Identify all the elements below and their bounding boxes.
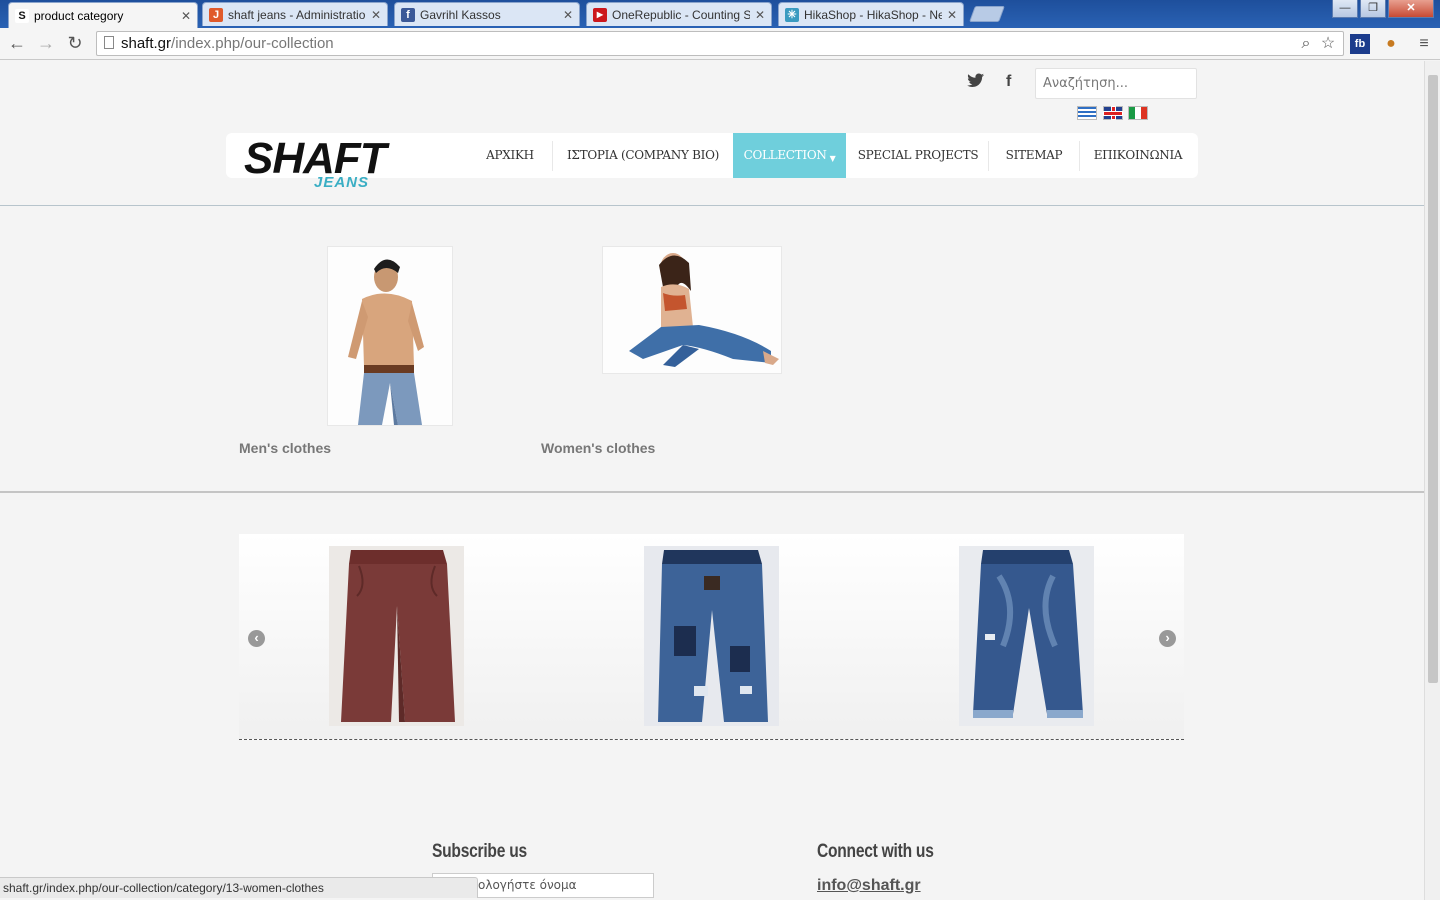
window-controls: — ❐ ✕ <box>1332 0 1434 18</box>
tab-label: product category <box>34 8 124 23</box>
tab-hikashop[interactable]: ✳ HikaShop - HikaShop - Ne ✕ <box>778 2 964 26</box>
close-icon[interactable]: ✕ <box>755 8 765 22</box>
email-link[interactable]: info@shaft.gr <box>817 877 921 895</box>
tab-label: OneRepublic - Counting S <box>612 7 750 22</box>
search-icon[interactable]: ⌕ <box>1296 34 1316 54</box>
mens-clothes-link[interactable]: Men's clothes <box>239 440 331 456</box>
close-icon[interactable]: ✕ <box>181 9 191 23</box>
womens-clothes-link[interactable]: Women's clothes <box>541 440 655 456</box>
greek-flag-icon[interactable] <box>1077 106 1097 120</box>
tab-label: shaft jeans - Administratio <box>228 7 366 22</box>
uk-flag-icon[interactable] <box>1103 106 1123 120</box>
reload-icon[interactable]: ↻ <box>64 32 86 54</box>
mens-clothes-image[interactable] <box>327 246 453 426</box>
product-carousel: ‹ › <box>239 534 1184 740</box>
new-tab-button[interactable] <box>969 6 1005 22</box>
fb-extension-icon[interactable]: fb <box>1350 34 1370 54</box>
joomla-icon: J <box>209 7 223 22</box>
close-icon[interactable]: ✕ <box>371 8 381 22</box>
menu-divider <box>1079 141 1080 171</box>
menu-divider <box>552 141 553 171</box>
menu-item-special-projects[interactable]: SPECIAL PROJECTS <box>856 133 980 178</box>
menu-label-collection: COLLECTION <box>743 148 827 162</box>
subscribe-heading: Subscribe us <box>432 841 527 862</box>
chevron-right-icon[interactable]: › <box>1159 630 1176 647</box>
logo-sub: JEANS <box>314 174 370 191</box>
address-bar[interactable]: shaft.gr/index.php/our-collection <box>96 31 1344 56</box>
close-icon[interactable]: ✕ <box>563 8 573 22</box>
menu-item-sitemap[interactable]: SITEMAP <box>996 133 1072 178</box>
close-icon[interactable]: ✕ <box>947 8 957 22</box>
url-host: shaft.gr <box>121 35 172 52</box>
carousel-item-burgundy-chinos[interactable] <box>329 546 464 726</box>
connect-heading: Connect with us <box>817 841 934 862</box>
tab-facebook[interactable]: f Gavrihl Kassos ✕ <box>394 2 580 26</box>
web-page: f Αναζήτηση... SHAFT JEANS ΑΡΧΙΚΗ ΙΣΤΟΡΙ… <box>0 61 1424 900</box>
browser-toolbar: ← → ↻ shaft.gr/index.php/our-collection … <box>0 28 1440 60</box>
hikashop-icon: ✳ <box>785 7 799 22</box>
menu-item-collection[interactable]: COLLECTION ▼ <box>733 133 846 178</box>
minimize-icon[interactable]: — <box>1332 0 1358 18</box>
site-logo[interactable]: SHAFT JEANS <box>244 137 394 193</box>
close-window-icon[interactable]: ✕ <box>1388 0 1434 18</box>
chevron-left-icon[interactable]: ‹ <box>248 630 265 647</box>
menu-item-company-bio[interactable]: ΙΣΤΟΡΙΑ (COMPANY BIO) <box>560 133 726 178</box>
search-input[interactable]: Αναζήτηση... <box>1035 68 1197 99</box>
tab-shaft-admin[interactable]: J shaft jeans - Administratio ✕ <box>202 2 388 26</box>
menu-item-contact[interactable]: ΕΠΙΚΟΙΝΩΝΙΑ <box>1086 133 1190 178</box>
tab-product-category[interactable]: S product category ✕ <box>8 2 198 28</box>
youtube-icon: ▶ <box>593 7 607 22</box>
forward-arrow-icon[interactable]: → <box>35 32 57 54</box>
page-icon <box>104 36 114 49</box>
womens-clothes-image[interactable] <box>602 246 782 374</box>
menu-icon[interactable]: ≡ <box>1414 34 1434 54</box>
s-logo-icon: S <box>15 8 29 23</box>
page-scrollbar[interactable] <box>1424 61 1440 900</box>
tab-label: Gavrihl Kassos <box>420 7 501 22</box>
star-icon[interactable]: ☆ <box>1318 34 1338 54</box>
menu-divider <box>988 141 989 171</box>
user-extension-icon[interactable]: ● <box>1381 34 1401 54</box>
tab-youtube[interactable]: ▶ OneRepublic - Counting S ✕ <box>586 2 772 26</box>
section-divider <box>0 491 1424 493</box>
header-divider <box>0 205 1424 206</box>
tab-label: HikaShop - HikaShop - Ne <box>804 7 942 22</box>
facebook-icon: f <box>401 7 415 22</box>
status-bar: shaft.gr/index.php/our-collection/catego… <box>0 877 478 898</box>
maximize-icon[interactable]: ❐ <box>1360 0 1386 18</box>
url-path: /index.php/our-collection <box>171 35 334 52</box>
carousel-item-patched-jeans[interactable] <box>644 546 779 726</box>
caret-down-icon: ▼ <box>829 154 836 163</box>
carousel-item-distressed-jeans[interactable] <box>959 546 1094 726</box>
twitter-icon[interactable] <box>967 73 985 94</box>
back-arrow-icon[interactable]: ← <box>6 32 28 54</box>
browser-titlebar: S product category ✕ J shaft jeans - Adm… <box>0 0 1440 28</box>
scrollbar-thumb[interactable] <box>1428 75 1438 683</box>
italian-flag-icon[interactable] <box>1128 106 1148 120</box>
menu-item-home[interactable]: ΑΡΧΙΚΗ <box>474 133 546 178</box>
facebook-icon[interactable]: f <box>1006 73 1011 91</box>
